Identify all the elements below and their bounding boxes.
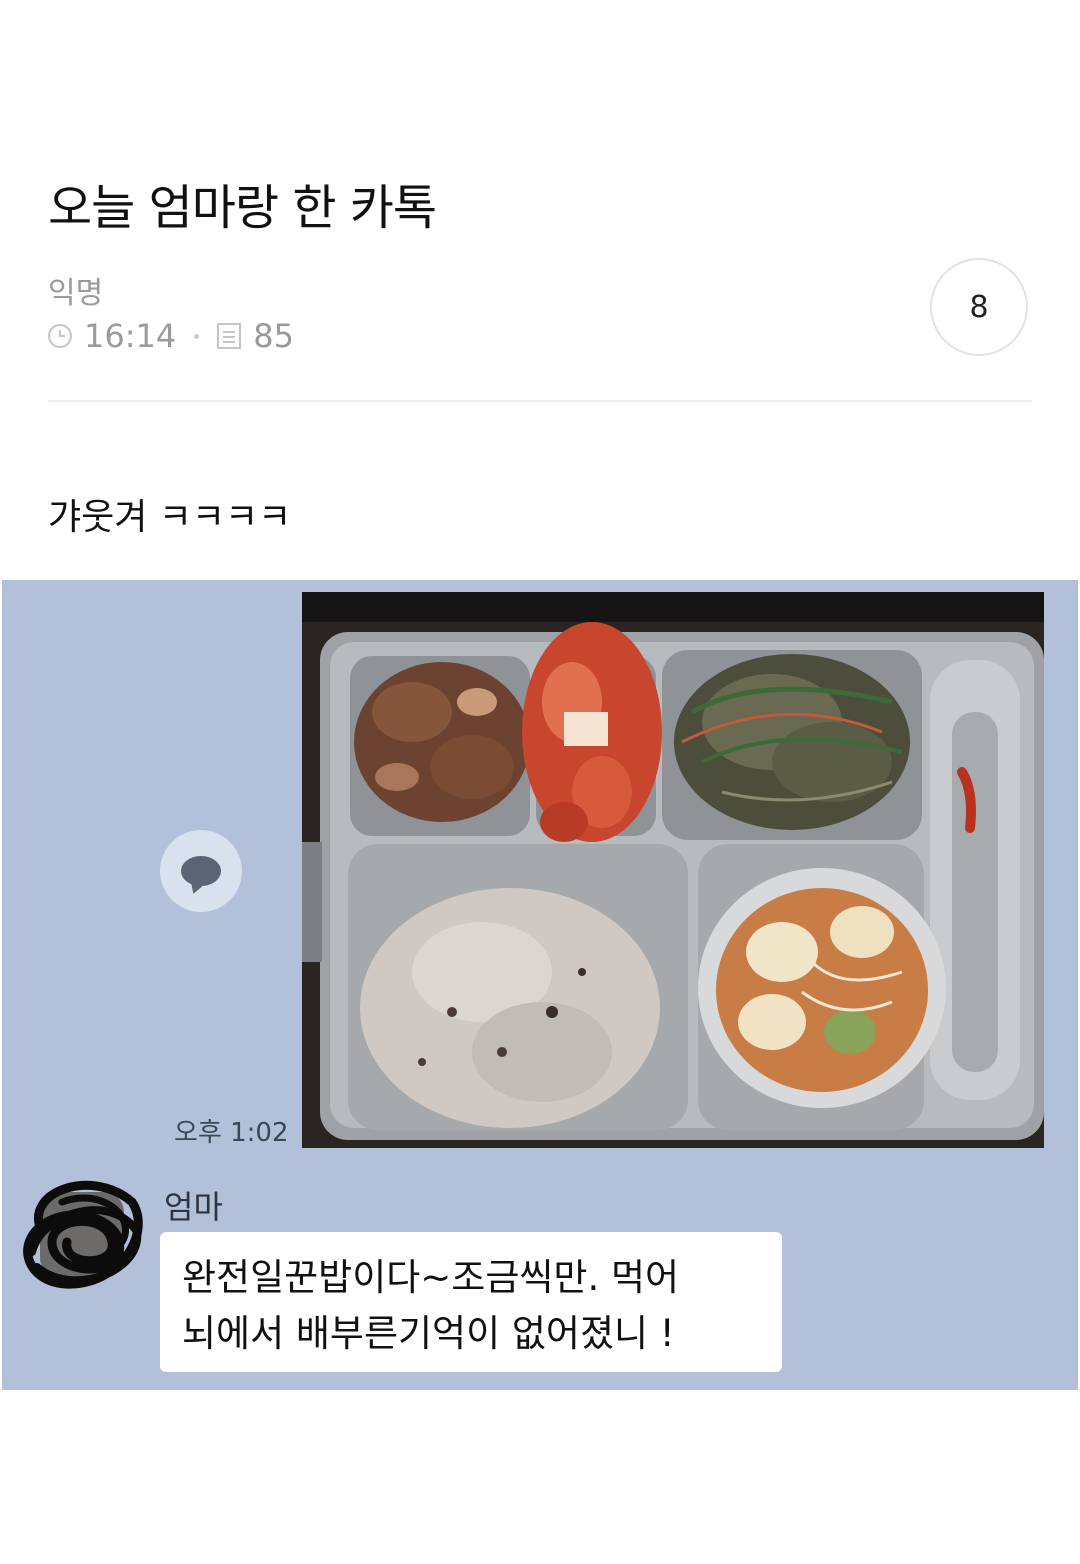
post-body-text: 갸웃겨 ㅋㅋㅋㅋ <box>48 497 292 538</box>
scribbled-avatar-icon <box>23 1180 143 1289</box>
comment-count-button[interactable]: 8 <box>930 258 1028 356</box>
lunch-tray-photo[interactable] <box>302 592 1044 1148</box>
meta-separator <box>194 333 200 339</box>
divider <box>48 400 1032 402</box>
sender-name: 엄마 <box>164 1188 223 1226</box>
reply-line: 완전일꾼밥이다~조금씩만. 먹어 <box>182 1256 680 1299</box>
post-title: 오늘 엄마랑 한 카톡 <box>48 180 437 236</box>
author-name[interactable]: 익명 <box>48 268 103 312</box>
reply-line: 뇌에서 배부른기억이 없어졌니 ! <box>182 1312 675 1355</box>
post-meta: 16:14 85 <box>48 316 294 356</box>
lunch-tray-image <box>302 592 1044 1148</box>
clock-icon <box>48 324 72 348</box>
reply-message-bubble[interactable]: 완전일꾼밥이다~조금씩만. 먹어 뇌에서 배부른기억이 없어졌니 ! <box>160 1232 782 1372</box>
message-timestamp: 오후 1:02 <box>174 1118 289 1148</box>
post-page: 오늘 엄마랑 한 카톡 익명 16:14 85 8 갸웃겨 ㅋㅋㅋㅋ 오후 1:… <box>0 0 1080 1564</box>
view-count: 85 <box>253 317 294 355</box>
views-icon <box>217 323 242 349</box>
share-bubble-icon[interactable] <box>160 830 242 912</box>
chat-screenshot: 오후 1:02 엄마 완전일꾼밥이다~조금씩만. 먹어 뇌에서 배부른기억이 없… <box>2 580 1078 1390</box>
post-time: 16:14 <box>84 317 177 355</box>
sender-avatar[interactable] <box>12 1172 148 1298</box>
